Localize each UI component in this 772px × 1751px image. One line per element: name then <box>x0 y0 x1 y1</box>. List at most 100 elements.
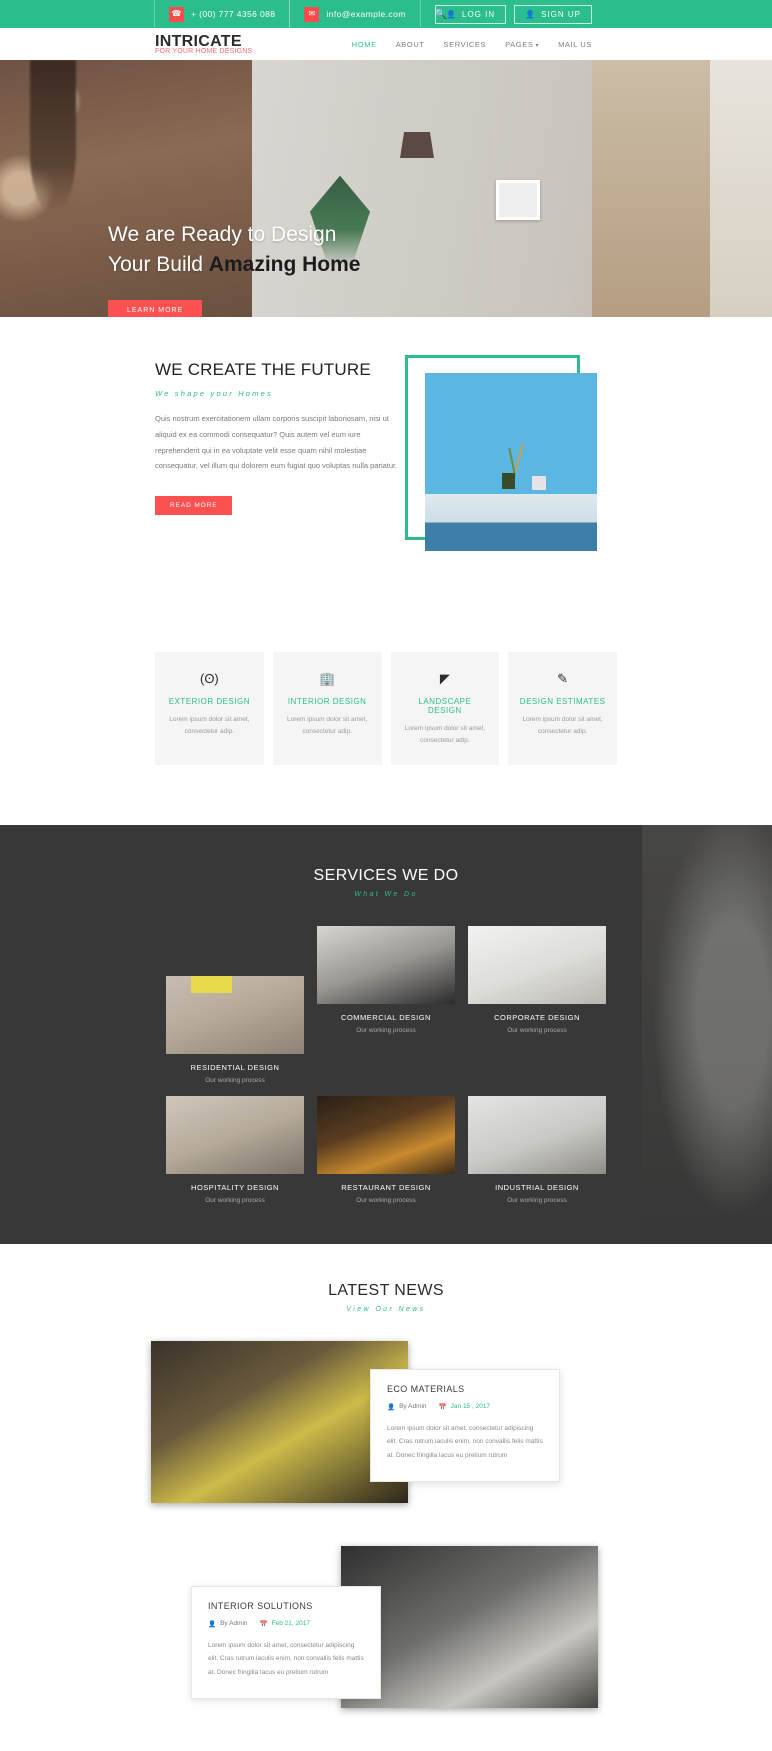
phone-item[interactable]: ☎ + (00) 777 4356 088 <box>154 0 291 28</box>
learn-more-button[interactable]: LEARN MORE <box>108 299 203 317</box>
blog-post-card-eco-materials[interactable]: ECO MATERIALS 👤 By Admin 📅 Jan 15 , 2017 L… <box>370 1368 560 1482</box>
features-row: (ʘ) EXTERIOR DESIGN Lorem ipsum dolor si… <box>155 652 617 825</box>
top-bar: ☎ + (00) 777 4356 088 ✉ info@example.com… <box>0 0 772 28</box>
service-title: COMMERCIAL DESIGN <box>341 1013 431 1023</box>
service-title: RESTAURANT DESIGN <box>341 1182 431 1192</box>
email-address: info@example.com <box>326 9 406 19</box>
jar-decor <box>531 476 546 491</box>
service-card-corporate-design[interactable]: CORPORATE DESIGN Our working process <box>468 926 606 1084</box>
blog-author-label: By Admin <box>399 1403 427 1411</box>
service-caption: Our working process <box>356 1196 416 1204</box>
blog-post-meta: 👤 By Admin 📅 Feb 21, 2017 <box>208 1620 364 1628</box>
services-heading: SERVICES WE DO <box>313 867 459 885</box>
blog-author: 👤 By Admin <box>387 1403 427 1411</box>
service-image <box>317 1095 455 1174</box>
blog-post-excerpt: Lorem ipsum dolor sit amet, consectetur … <box>208 1641 364 1676</box>
building-icon: 🏢 <box>319 671 336 686</box>
calendar-icon: 📅 <box>438 1403 447 1411</box>
nav-item-services[interactable]: SERVICES <box>444 40 487 49</box>
logo[interactable]: INTRICATE FOR YOUR HOME DESIGNS <box>155 33 253 55</box>
services-subheading: What We Do <box>354 891 418 899</box>
about-subheading: We shape your Homes <box>155 389 273 399</box>
top-bar-contact-group: ☎ + (00) 777 4356 088 ✉ info@example.com… <box>154 0 463 28</box>
services-title-block: SERVICES WE DO What We Do <box>0 867 772 898</box>
signup-button[interactable]: 👤 SIGN UP <box>514 4 592 24</box>
blog-date: 📅 Jan 15 , 2017 <box>439 1403 491 1411</box>
service-caption: Our working process <box>205 1196 265 1204</box>
about-heading: WE CREATE THE FUTURE <box>155 360 371 379</box>
about-inner: WE CREATE THE FUTURE We shape your Homes… <box>155 355 617 551</box>
user-icon: 👤 <box>208 1620 217 1628</box>
login-label: LOG IN <box>462 9 496 19</box>
feature-card-landscape-design[interactable]: ◤ LANDSCAPE DESIGN Lorem ipsum dolor sit… <box>390 652 500 766</box>
feature-card-interior-design[interactable]: 🏢 INTERIOR DESIGN Lorem ipsum dolor sit … <box>272 652 382 766</box>
service-title: HOSPITALITY DESIGN <box>191 1182 279 1192</box>
nav-item-about[interactable]: ABOUT <box>396 40 425 49</box>
service-card-industrial-design[interactable]: INDUSTRIAL DESIGN Our working process <box>468 1095 606 1204</box>
nav-item-mail-us[interactable]: MAIL US <box>558 40 592 49</box>
feature-text: Lorem ipsum dolor sit amet, consectetur … <box>169 716 250 736</box>
feature-text: Lorem ipsum dolor sit amet, consectetur … <box>404 725 485 745</box>
blog-date-label: Jan 15 , 2017 <box>450 1403 491 1411</box>
service-title: INDUSTRIAL DESIGN <box>495 1182 579 1192</box>
user-icon: 👤 <box>525 9 537 19</box>
feature-title: LANDSCAPE DESIGN <box>418 697 472 715</box>
user-icon: 👤 <box>387 1403 396 1411</box>
service-caption: Our working process <box>356 1027 416 1035</box>
feature-text: Lorem ipsum dolor sit amet, consectetur … <box>522 716 603 736</box>
about-text-column: WE CREATE THE FUTURE We shape your Homes… <box>155 355 405 515</box>
logo-tagline: FOR YOUR HOME DESIGNS <box>155 47 253 55</box>
hero-text-block: We are Ready to Design Your Build Amazin… <box>108 220 360 317</box>
blog-post-meta: 👤 By Admin 📅 Jan 15 , 2017 <box>387 1403 543 1411</box>
about-photo <box>425 373 597 551</box>
services-section: SERVICES WE DO What We Do RESIDENTIAL DE… <box>0 825 772 1244</box>
hero-headline-line2: Your Build Amazing Home <box>108 250 360 280</box>
service-image <box>468 926 606 1005</box>
site-header: INTRICATE FOR YOUR HOME DESIGNS HOME ABO… <box>0 28 772 60</box>
service-card-residential-design[interactable]: RESIDENTIAL DESIGN Our working process <box>166 926 304 1084</box>
hero-carousel: We are Ready to Design Your Build Amazin… <box>0 60 772 317</box>
nav-item-home[interactable]: HOME <box>352 40 377 49</box>
service-caption: Our working process <box>507 1027 567 1035</box>
envelope-icon: ✉ <box>304 6 320 22</box>
nav-item-pages[interactable]: PAGES ▾ <box>505 40 539 49</box>
top-bar-auth-group: 👤 LOG IN 👤 SIGN UP <box>435 0 592 28</box>
feature-card-exterior-design[interactable]: (ʘ) EXTERIOR DESIGN Lorem ipsum dolor si… <box>155 652 264 766</box>
email-item[interactable]: ✉ info@example.com <box>289 0 421 28</box>
chevron-down-icon: ▾ <box>535 42 540 49</box>
services-grid: RESIDENTIAL DESIGN Our working process C… <box>166 926 606 1204</box>
service-image <box>468 1095 606 1174</box>
service-title: CORPORATE DESIGN <box>494 1013 580 1023</box>
service-card-hospitality-design[interactable]: HOSPITALITY DESIGN Our working process <box>166 1095 304 1204</box>
vase-decor <box>502 472 516 489</box>
blog-post-card-interior-solutions[interactable]: INTERIOR SOLUTIONS 👤 By Admin 📅 Feb 21, 20… <box>191 1585 381 1699</box>
hero-headline-line2-bold: Amazing Home <box>208 252 361 276</box>
main-navigation: HOME ABOUT SERVICES PAGES ▾ MAIL US <box>352 40 592 49</box>
about-paragraph: Quis nostrum exercitationem ullam corpor… <box>155 414 398 471</box>
service-card-restaurant-design[interactable]: RESTAURANT DESIGN Our working process <box>317 1095 455 1204</box>
pencil-square-icon: ✎ <box>557 671 569 686</box>
service-image <box>166 975 304 1054</box>
phone-icon: ☎ <box>169 6 184 22</box>
phone-number: + (00) 777 4356 088 <box>191 9 276 19</box>
read-more-button[interactable]: READ MORE <box>155 495 233 515</box>
calendar-icon: 📅 <box>259 1620 268 1628</box>
feature-title: DESIGN ESTIMATES <box>519 697 606 706</box>
blog-date-label: Feb 21, 2017 <box>271 1620 310 1628</box>
nav-item-pages-label: PAGES <box>505 39 534 49</box>
news-title-block: LATEST NEWS View Our News <box>0 1282 772 1313</box>
feature-title: EXTERIOR DESIGN <box>168 697 251 706</box>
blog-post-title: ECO MATERIALS <box>387 1383 465 1394</box>
blog-date: 📅 Feb 21, 2017 <box>260 1620 310 1628</box>
hero-headline-line2-light: Your Build <box>108 252 209 276</box>
blog-post-title: INTERIOR SOLUTIONS <box>208 1600 313 1611</box>
service-image <box>166 1095 304 1174</box>
blog-post-row-1: ECO MATERIALS 👤 By Admin 📅 Jan 15 , 2017 L… <box>151 1340 621 1516</box>
blog-author-label: By Admin <box>220 1620 248 1628</box>
login-button[interactable]: 👤 LOG IN <box>435 4 507 24</box>
service-card-commercial-design[interactable]: COMMERCIAL DESIGN Our working process <box>317 926 455 1084</box>
feature-card-design-estimates[interactable]: ✎ DESIGN ESTIMATES Lorem ipsum dolor sit… <box>508 652 617 766</box>
service-image <box>317 926 455 1005</box>
news-section: LATEST NEWS View Our News ECO MATERIALS … <box>0 1243 772 1751</box>
blog-author: 👤 By Admin <box>208 1620 248 1628</box>
